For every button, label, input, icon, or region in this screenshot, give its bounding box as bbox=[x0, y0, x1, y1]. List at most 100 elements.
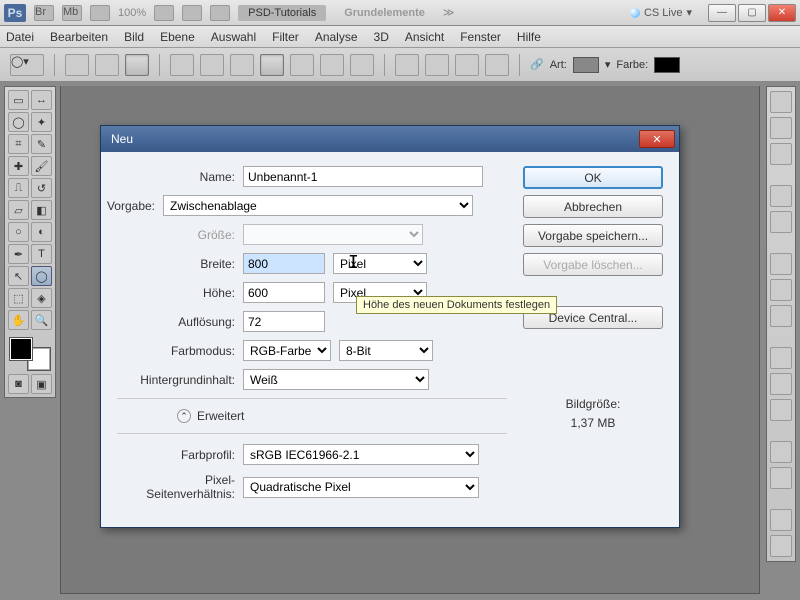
workspace-tab[interactable]: Grundelemente bbox=[334, 5, 435, 21]
lasso-tool-icon[interactable]: ◯ bbox=[8, 112, 29, 132]
height-input[interactable] bbox=[243, 282, 325, 303]
panel-icon[interactable] bbox=[770, 347, 792, 369]
bitdepth-select[interactable]: 8-Bit bbox=[339, 340, 433, 361]
path-op-icon[interactable] bbox=[395, 54, 419, 76]
panel-icon[interactable] bbox=[770, 91, 792, 113]
3d-tool-icon[interactable]: ◈ bbox=[31, 288, 52, 308]
panel-icon[interactable] bbox=[770, 185, 792, 207]
menu-item[interactable]: Bild bbox=[124, 30, 144, 44]
dialog-titlebar[interactable]: Neu ✕ bbox=[101, 126, 679, 152]
eraser-tool-icon[interactable]: ▱ bbox=[8, 200, 29, 220]
menu-item[interactable]: Auswahl bbox=[211, 30, 256, 44]
style-swatch[interactable] bbox=[573, 57, 599, 73]
toolbar-icon[interactable] bbox=[182, 5, 202, 21]
menu-item[interactable]: Bearbeiten bbox=[50, 30, 108, 44]
preset-select[interactable]: Zwischenablage bbox=[163, 195, 473, 216]
shape-tool-icon[interactable] bbox=[200, 54, 224, 76]
panel-icon[interactable] bbox=[770, 253, 792, 275]
panel-icon[interactable] bbox=[770, 211, 792, 233]
shape-layers-icon[interactable] bbox=[65, 54, 89, 76]
dodge-tool-icon[interactable]: ◐ bbox=[31, 222, 52, 242]
cancel-button[interactable]: Abbrechen bbox=[523, 195, 663, 218]
toolbar-icon[interactable] bbox=[90, 5, 110, 21]
panel-icon[interactable] bbox=[770, 467, 792, 489]
save-preset-button[interactable]: Vorgabe speichern... bbox=[523, 224, 663, 247]
dialog-close-button[interactable]: ✕ bbox=[639, 130, 675, 148]
eyedropper-tool-icon[interactable]: ✎ bbox=[31, 134, 52, 154]
panel-icon[interactable] bbox=[770, 373, 792, 395]
workspace-tab-active[interactable]: PSD-Tutorials bbox=[238, 5, 326, 21]
menu-item[interactable]: Fenster bbox=[460, 30, 501, 44]
heal-tool-icon[interactable]: ✚ bbox=[8, 156, 29, 176]
ok-button[interactable]: OK bbox=[523, 166, 663, 189]
wand-tool-icon[interactable]: ✦ bbox=[31, 112, 52, 132]
width-input[interactable] bbox=[243, 253, 325, 274]
shape-tool-icon[interactable] bbox=[320, 54, 344, 76]
history-brush-icon[interactable]: ↺ bbox=[31, 178, 52, 198]
menu-item[interactable]: Datei bbox=[6, 30, 34, 44]
shape-tool-icon[interactable] bbox=[260, 54, 284, 76]
link-icon[interactable]: 🔗 bbox=[530, 58, 544, 71]
stamp-tool-icon[interactable]: ⎍ bbox=[8, 178, 29, 198]
shape-tool-icon[interactable] bbox=[230, 54, 254, 76]
shape-tool-icon[interactable] bbox=[350, 54, 374, 76]
type-tool-icon[interactable]: T bbox=[31, 244, 52, 264]
toolbar-icon[interactable]: Mb bbox=[62, 5, 82, 21]
colormode-select[interactable]: RGB-Farbe bbox=[243, 340, 331, 361]
pen-tool-icon[interactable]: ✒ bbox=[8, 244, 29, 264]
menu-item[interactable]: Ansicht bbox=[405, 30, 444, 44]
menu-item[interactable]: Ebene bbox=[160, 30, 195, 44]
toolbar-icon[interactable] bbox=[154, 5, 174, 21]
3d-tool-icon[interactable]: ⬚ bbox=[8, 288, 29, 308]
panel-icon[interactable] bbox=[770, 399, 792, 421]
shape-tool-icon[interactable]: ◯ bbox=[31, 266, 52, 286]
background-select[interactable]: Weiß bbox=[243, 369, 429, 390]
advanced-label[interactable]: Erweitert bbox=[197, 409, 244, 423]
menu-item[interactable]: Analyse bbox=[315, 30, 358, 44]
panel-icon[interactable] bbox=[770, 441, 792, 463]
move-tool-icon[interactable]: ↔ bbox=[31, 90, 52, 110]
panel-icon[interactable] bbox=[770, 279, 792, 301]
fill-pixels-icon[interactable] bbox=[125, 54, 149, 76]
panel-icon[interactable] bbox=[770, 117, 792, 139]
screenmode-icon[interactable]: ▣ bbox=[31, 374, 52, 394]
window-close-button[interactable]: ✕ bbox=[768, 4, 796, 22]
name-input[interactable] bbox=[243, 166, 483, 187]
gradient-tool-icon[interactable]: ◧ bbox=[31, 200, 52, 220]
panel-icon[interactable] bbox=[770, 509, 792, 531]
hand-tool-icon[interactable]: ✋ bbox=[8, 310, 29, 330]
blur-tool-icon[interactable]: ○ bbox=[8, 222, 29, 242]
fg-bg-swatch[interactable] bbox=[8, 336, 52, 372]
path-op-icon[interactable] bbox=[485, 54, 509, 76]
zoom-tool-icon[interactable]: 🔍 bbox=[31, 310, 52, 330]
color-swatch[interactable] bbox=[654, 57, 680, 73]
cs-live-button[interactable]: CS Live ▾ bbox=[630, 6, 692, 19]
window-maximize-button[interactable]: ▢ bbox=[738, 4, 766, 22]
quickmask-icon[interactable]: ◙ bbox=[8, 374, 29, 394]
path-op-icon[interactable] bbox=[455, 54, 479, 76]
chevron-right-icon[interactable]: ≫ bbox=[443, 6, 455, 19]
window-minimize-button[interactable]: — bbox=[708, 4, 736, 22]
fg-color-icon[interactable] bbox=[10, 338, 32, 360]
path-select-icon[interactable]: ↖ bbox=[8, 266, 29, 286]
menu-item[interactable]: Filter bbox=[272, 30, 299, 44]
pixelaspect-select[interactable]: Quadratische Pixel bbox=[243, 477, 479, 498]
menu-item[interactable]: Hilfe bbox=[517, 30, 541, 44]
width-unit-select[interactable]: Pixel bbox=[333, 253, 427, 274]
panel-icon[interactable] bbox=[770, 305, 792, 327]
colorprofile-select[interactable]: sRGB IEC61966-2.1 bbox=[243, 444, 479, 465]
crop-tool-icon[interactable]: ⌗ bbox=[8, 134, 29, 154]
advanced-toggle-icon[interactable]: ⌃ bbox=[177, 409, 191, 423]
panel-icon[interactable] bbox=[770, 535, 792, 557]
menu-item[interactable]: 3D bbox=[374, 30, 389, 44]
tool-preset-icon[interactable]: ◯▾ bbox=[10, 54, 44, 76]
resolution-input[interactable] bbox=[243, 311, 325, 332]
brush-tool-icon[interactable]: 🖌 bbox=[31, 156, 52, 176]
shape-tool-icon[interactable] bbox=[290, 54, 314, 76]
panel-icon[interactable] bbox=[770, 143, 792, 165]
toolbar-icon[interactable]: Br bbox=[34, 5, 54, 21]
path-op-icon[interactable] bbox=[425, 54, 449, 76]
move-tool-icon[interactable]: ▭ bbox=[8, 90, 29, 110]
paths-icon[interactable] bbox=[95, 54, 119, 76]
shape-tool-icon[interactable] bbox=[170, 54, 194, 76]
